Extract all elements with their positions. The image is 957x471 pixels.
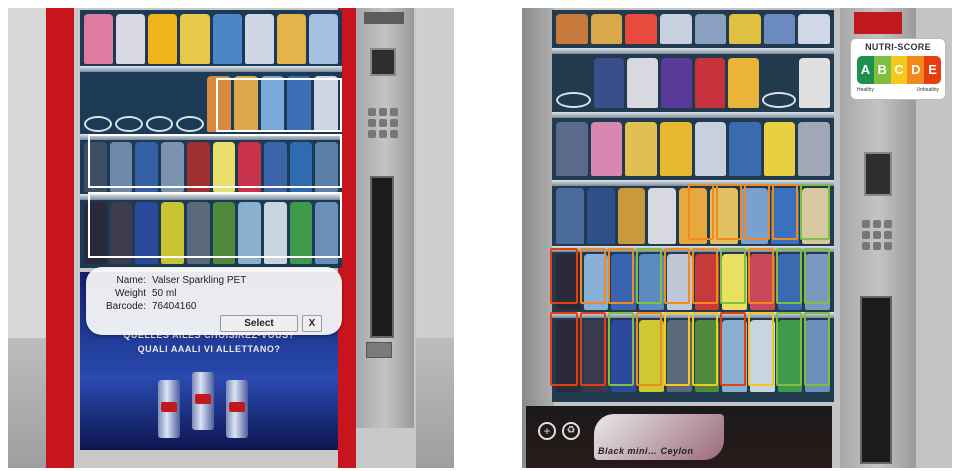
barcode-value: 76404160 — [152, 301, 197, 312]
nutri-box[interactable] — [550, 312, 578, 386]
nutri-box[interactable] — [580, 312, 606, 386]
select-button[interactable]: Select — [220, 315, 298, 332]
shelf-row-3 — [556, 122, 830, 176]
selection-box-row-2[interactable] — [216, 78, 342, 132]
selection-box-row-3[interactable] — [88, 134, 342, 188]
nutri-grade-d: D — [907, 56, 925, 84]
nutri-grade-b: B — [873, 56, 891, 84]
right-vending-view: + ♻ Black mini… Ceylon NUTRI-SCORE A B C… — [522, 8, 952, 468]
recycle-icon: ♻ — [562, 422, 580, 440]
shelf-row-1 — [556, 14, 830, 44]
nutri-box[interactable] — [772, 184, 798, 240]
can-image — [192, 372, 214, 430]
left-vending-view: QUELLES AILES CHOISIREZ-VOUS? QUALI AAAL… — [8, 8, 454, 468]
nutri-box[interactable] — [608, 312, 634, 386]
nutri-box[interactable] — [664, 312, 690, 386]
barcode-label: Barcode: — [105, 301, 146, 312]
name-value: Valser Sparkling PET — [152, 275, 247, 286]
nutri-box[interactable] — [748, 248, 774, 304]
display-screen — [364, 12, 404, 24]
nutri-grade-e: E — [924, 56, 941, 84]
nutri-box[interactable] — [716, 184, 742, 240]
nutri-low-label: Healthy — [857, 87, 874, 93]
nutri-score-title: NUTRI-SCORE — [865, 42, 931, 52]
close-button[interactable]: X — [302, 315, 322, 332]
weight-label: Weight — [115, 288, 146, 299]
ad-panel: + ♻ Black mini… Ceylon — [526, 406, 832, 468]
can-image — [158, 380, 180, 438]
weight-value: 50 ml — [152, 288, 177, 299]
nutri-box[interactable] — [636, 312, 662, 386]
product-info-popup: Name: Valser Sparkling PET Weight 50 ml … — [86, 267, 342, 335]
nutri-box[interactable] — [720, 248, 746, 304]
can-image — [226, 380, 248, 438]
info-row-barcode: Barcode: 76404160 — [86, 301, 197, 312]
nutri-box[interactable] — [550, 248, 578, 304]
display-screen — [854, 12, 902, 34]
nutri-box[interactable] — [692, 312, 718, 386]
coin-slot[interactable] — [370, 48, 396, 76]
ad-line-2: QUALI AAALI VI ALLETTANO? — [137, 344, 281, 354]
nutri-high-label: Unhealthy — [916, 87, 939, 93]
nutri-box[interactable] — [776, 312, 802, 386]
bill-slot[interactable] — [860, 296, 892, 464]
ad-line: Black mini… Ceylon — [598, 446, 694, 456]
nutri-box[interactable] — [748, 312, 774, 386]
nutri-box[interactable] — [776, 248, 802, 304]
coin-slot[interactable] — [864, 152, 892, 196]
nutri-box[interactable] — [688, 184, 714, 240]
nutri-box[interactable] — [744, 184, 770, 240]
keypad[interactable] — [368, 108, 398, 138]
selection-box-row-4[interactable] — [88, 192, 342, 258]
machine-red-trim-left — [46, 8, 74, 468]
plus-icon: + — [538, 422, 556, 440]
nutri-box[interactable] — [692, 248, 718, 304]
nutri-score-scale: A B C D E — [857, 56, 941, 84]
return-button[interactable] — [366, 342, 392, 358]
machine-side — [522, 8, 554, 468]
nutri-box[interactable] — [800, 184, 830, 240]
nutri-box[interactable] — [804, 248, 830, 304]
name-label: Name: — [116, 275, 146, 286]
nutri-score-badge: NUTRI-SCORE A B C D E Healthy Unhealthy — [850, 38, 946, 100]
nutri-box[interactable] — [636, 248, 662, 304]
info-row-name: Name: Valser Sparkling PET — [86, 275, 247, 286]
nutri-box[interactable] — [608, 248, 634, 304]
shelf-row-2 — [556, 58, 830, 108]
shelf-row-1 — [84, 14, 338, 64]
bill-slot[interactable] — [370, 176, 394, 338]
nutri-grade-a: A — [857, 56, 874, 84]
nutri-box[interactable] — [804, 312, 830, 386]
keypad[interactable] — [862, 220, 892, 250]
nutri-box[interactable] — [664, 248, 690, 304]
info-row-weight: Weight 50 ml — [86, 288, 176, 299]
nutri-box[interactable] — [580, 248, 606, 304]
nutri-grade-c: C — [890, 56, 908, 84]
nutri-box[interactable] — [720, 312, 746, 386]
